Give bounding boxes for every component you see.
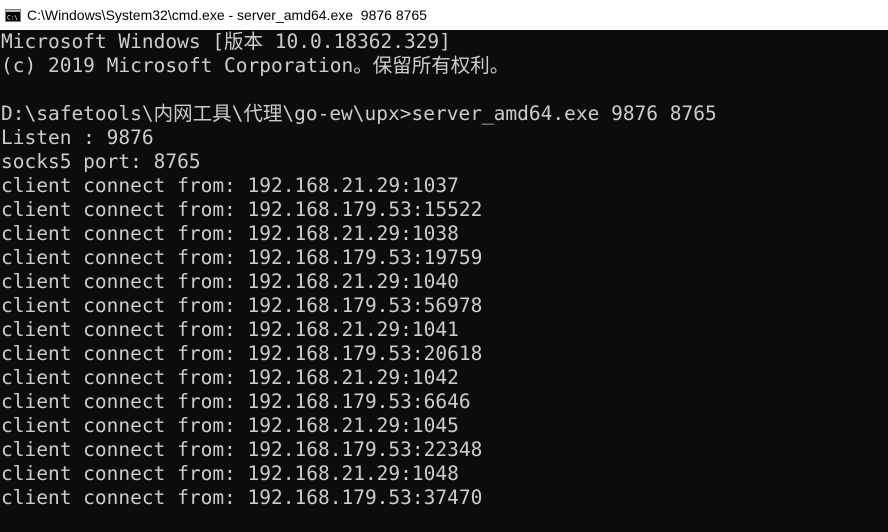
console-line: client connect from: 192.168.179.53:1975… [1, 246, 483, 269]
console-line: client connect from: 192.168.21.29:1048 [1, 462, 459, 485]
console-line: client connect from: 192.168.179.53:5697… [1, 294, 483, 317]
console-line: client connect from: 192.168.21.29:1038 [1, 222, 459, 245]
console-output[interactable]: Microsoft Windows [版本 10.0.18362.329] (c… [0, 30, 888, 532]
title-bar[interactable]: C:\ C:\Windows\System32\cmd.exe - server… [0, 0, 888, 30]
console-line: client connect from: 192.168.21.29:1040 [1, 270, 459, 293]
cmd-icon: C:\ [5, 8, 21, 22]
console-line: client connect from: 192.168.179.53:3747… [1, 486, 483, 509]
console-line: (c) 2019 Microsoft Corporation。保留所有权利。 [1, 54, 510, 77]
console-line: client connect from: 192.168.179.53:1552… [1, 198, 483, 221]
console-line: client connect from: 192.168.21.29:1037 [1, 174, 459, 197]
console-line: client connect from: 192.168.179.53:2234… [1, 438, 483, 461]
svg-text:C:\: C:\ [7, 14, 18, 21]
console-line: socks5 port: 8765 [1, 150, 201, 173]
console-line: Listen : 9876 [1, 126, 154, 149]
console-line: client connect from: 192.168.179.53:6646 [1, 390, 471, 413]
console-line: client connect from: 192.168.21.29:1042 [1, 366, 459, 389]
console-line: Microsoft Windows [版本 10.0.18362.329] [1, 30, 451, 53]
console-line: D:\safetools\内网工具\代理\go-ew\upx>server_am… [1, 102, 717, 125]
console-line: client connect from: 192.168.179.53:2061… [1, 342, 483, 365]
console-line: client connect from: 192.168.21.29:1045 [1, 414, 459, 437]
console-line: client connect from: 192.168.21.29:1041 [1, 318, 459, 341]
cmd-window: C:\ C:\Windows\System32\cmd.exe - server… [0, 0, 888, 532]
window-title: C:\Windows\System32\cmd.exe - server_amd… [27, 7, 427, 23]
